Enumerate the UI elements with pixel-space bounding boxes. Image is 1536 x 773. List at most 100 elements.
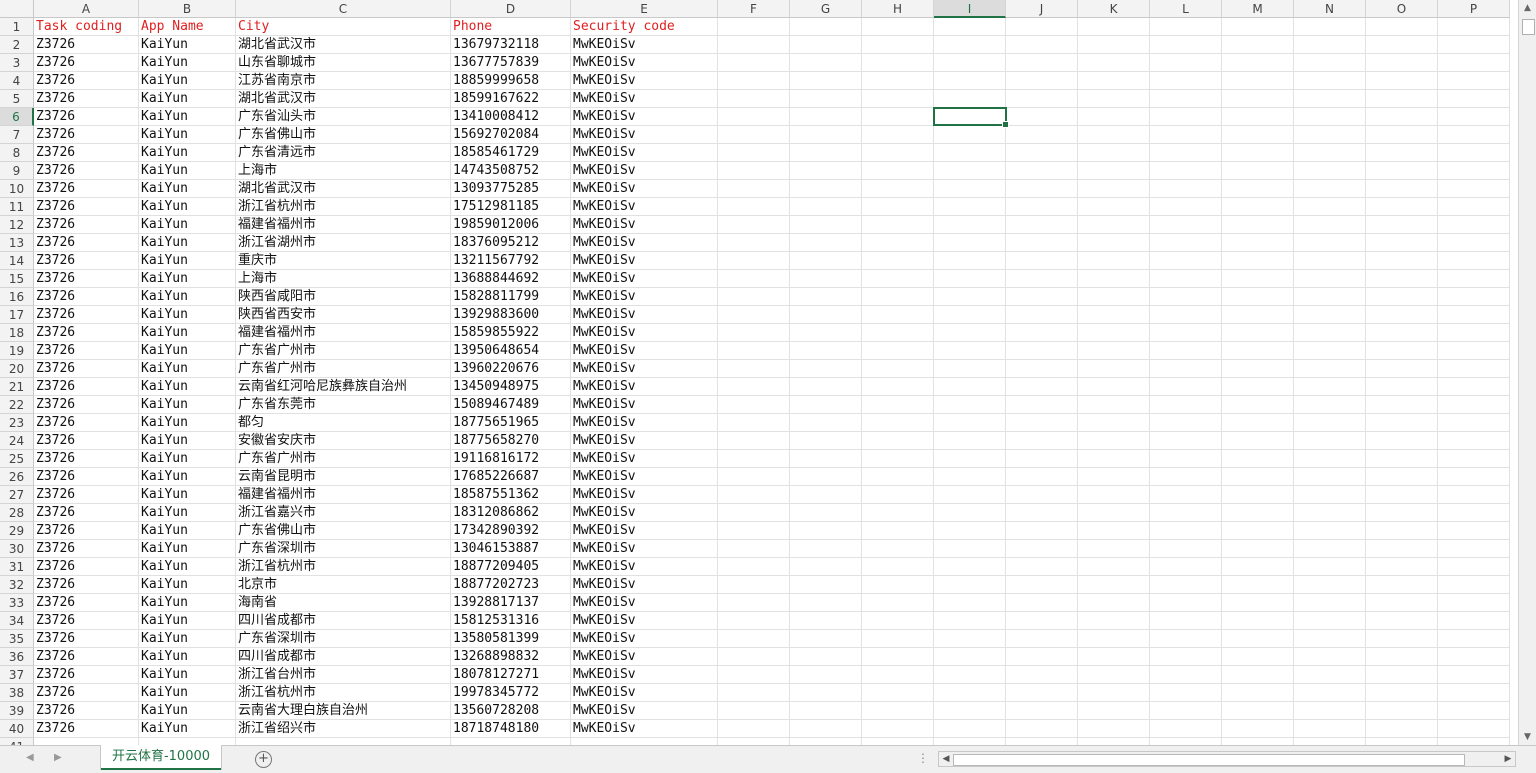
data-cell[interactable]: 山东省聊城市 xyxy=(236,54,451,72)
data-cell[interactable]: KaiYun xyxy=(139,306,236,324)
row-header[interactable]: 2 xyxy=(0,36,34,54)
data-cell[interactable]: MwKEOiSv xyxy=(571,180,718,198)
row-header[interactable]: 17 xyxy=(0,306,34,324)
data-cell[interactable]: MwKEOiSv xyxy=(571,666,718,684)
data-cell[interactable]: MwKEOiSv xyxy=(571,594,718,612)
data-cell[interactable]: KaiYun xyxy=(139,252,236,270)
empty-cell[interactable] xyxy=(1006,144,1078,162)
empty-cell[interactable] xyxy=(1222,270,1294,288)
header-cell[interactable]: Security code xyxy=(571,18,718,36)
data-cell[interactable]: Z3726 xyxy=(34,414,139,432)
empty-cell[interactable] xyxy=(862,90,934,108)
empty-cell[interactable] xyxy=(1366,216,1438,234)
empty-cell[interactable] xyxy=(718,252,790,270)
empty-cell[interactable] xyxy=(1006,486,1078,504)
empty-cell[interactable] xyxy=(1294,288,1366,306)
data-cell[interactable]: MwKEOiSv xyxy=(571,558,718,576)
empty-cell[interactable] xyxy=(1366,126,1438,144)
data-cell[interactable]: MwKEOiSv xyxy=(571,342,718,360)
data-cell[interactable]: KaiYun xyxy=(139,522,236,540)
data-cell[interactable]: 13679732118 xyxy=(451,36,571,54)
row-header[interactable]: 39 xyxy=(0,702,34,720)
empty-cell[interactable] xyxy=(1294,540,1366,558)
data-cell[interactable]: 14743508752 xyxy=(451,162,571,180)
empty-cell[interactable] xyxy=(1150,108,1222,126)
empty-cell[interactable] xyxy=(1294,702,1366,720)
row-header[interactable]: 34 xyxy=(0,612,34,630)
empty-cell[interactable] xyxy=(790,288,862,306)
empty-cell[interactable] xyxy=(718,594,790,612)
empty-cell[interactable] xyxy=(790,252,862,270)
empty-cell[interactable] xyxy=(1366,522,1438,540)
empty-cell[interactable] xyxy=(1150,486,1222,504)
data-cell[interactable]: MwKEOiSv xyxy=(571,144,718,162)
empty-cell[interactable] xyxy=(862,126,934,144)
empty-cell[interactable] xyxy=(1078,594,1150,612)
empty-cell[interactable] xyxy=(718,666,790,684)
empty-cell[interactable] xyxy=(1294,648,1366,666)
data-cell[interactable]: 17342890392 xyxy=(451,522,571,540)
empty-cell[interactable] xyxy=(1438,72,1510,90)
data-cell[interactable]: 福建省福州市 xyxy=(236,324,451,342)
data-cell[interactable]: MwKEOiSv xyxy=(571,432,718,450)
empty-cell[interactable] xyxy=(1366,252,1438,270)
empty-cell[interactable] xyxy=(862,594,934,612)
empty-cell[interactable] xyxy=(1438,306,1510,324)
empty-cell[interactable] xyxy=(1006,594,1078,612)
empty-cell[interactable] xyxy=(862,684,934,702)
empty-cell[interactable] xyxy=(1294,468,1366,486)
empty-cell[interactable] xyxy=(1222,684,1294,702)
row-header[interactable]: 3 xyxy=(0,54,34,72)
empty-cell[interactable] xyxy=(1294,72,1366,90)
empty-cell[interactable] xyxy=(718,36,790,54)
empty-cell[interactable] xyxy=(790,198,862,216)
empty-cell[interactable] xyxy=(1294,198,1366,216)
empty-cell[interactable] xyxy=(934,216,1006,234)
add-sheet-icon[interactable]: + xyxy=(255,751,272,768)
empty-cell[interactable] xyxy=(1294,108,1366,126)
data-cell[interactable]: Z3726 xyxy=(34,504,139,522)
empty-cell[interactable] xyxy=(1150,648,1222,666)
data-cell[interactable]: Z3726 xyxy=(34,108,139,126)
spreadsheet-grid[interactable]: ABCDEFGHIJKLMNOP 1 2 3 4 5 6 7 8 9 10 11 12 13 14 15 16… xyxy=(0,0,1518,745)
data-cell[interactable]: 广东省清远市 xyxy=(236,144,451,162)
empty-cell[interactable] xyxy=(1150,144,1222,162)
data-cell[interactable]: Z3726 xyxy=(34,306,139,324)
data-cell[interactable]: KaiYun xyxy=(139,180,236,198)
empty-cell[interactable] xyxy=(790,54,862,72)
data-cell[interactable]: MwKEOiSv xyxy=(571,612,718,630)
data-cell[interactable]: KaiYun xyxy=(139,198,236,216)
empty-cell[interactable] xyxy=(1222,630,1294,648)
empty-cell[interactable] xyxy=(1438,576,1510,594)
empty-cell[interactable] xyxy=(1078,684,1150,702)
data-cell[interactable]: 广东省深圳市 xyxy=(236,630,451,648)
data-cell[interactable]: KaiYun xyxy=(139,72,236,90)
column-header-n[interactable]: N xyxy=(1294,0,1366,18)
data-cell[interactable]: 18599167622 xyxy=(451,90,571,108)
data-cell[interactable]: 18587551362 xyxy=(451,486,571,504)
data-cell[interactable]: Z3726 xyxy=(34,630,139,648)
empty-cell[interactable] xyxy=(718,324,790,342)
empty-cell[interactable] xyxy=(862,198,934,216)
empty-cell[interactable] xyxy=(790,576,862,594)
empty-cell[interactable] xyxy=(1366,684,1438,702)
empty-cell[interactable] xyxy=(1438,126,1510,144)
row-header[interactable]: 28 xyxy=(0,504,34,522)
empty-cell[interactable] xyxy=(862,648,934,666)
empty-cell[interactable] xyxy=(934,594,1006,612)
empty-cell[interactable] xyxy=(718,720,790,738)
empty-cell[interactable] xyxy=(862,720,934,738)
empty-cell[interactable] xyxy=(236,738,451,745)
empty-cell[interactable] xyxy=(1006,234,1078,252)
empty-cell[interactable] xyxy=(718,432,790,450)
empty-cell[interactable] xyxy=(934,342,1006,360)
empty-cell[interactable] xyxy=(1006,432,1078,450)
empty-cell[interactable] xyxy=(1150,432,1222,450)
empty-cell[interactable] xyxy=(934,306,1006,324)
data-cell[interactable]: MwKEOiSv xyxy=(571,684,718,702)
empty-cell[interactable] xyxy=(1222,144,1294,162)
column-header-f[interactable]: F xyxy=(718,0,790,18)
empty-cell[interactable] xyxy=(934,414,1006,432)
empty-cell[interactable] xyxy=(790,324,862,342)
empty-cell[interactable] xyxy=(1366,594,1438,612)
